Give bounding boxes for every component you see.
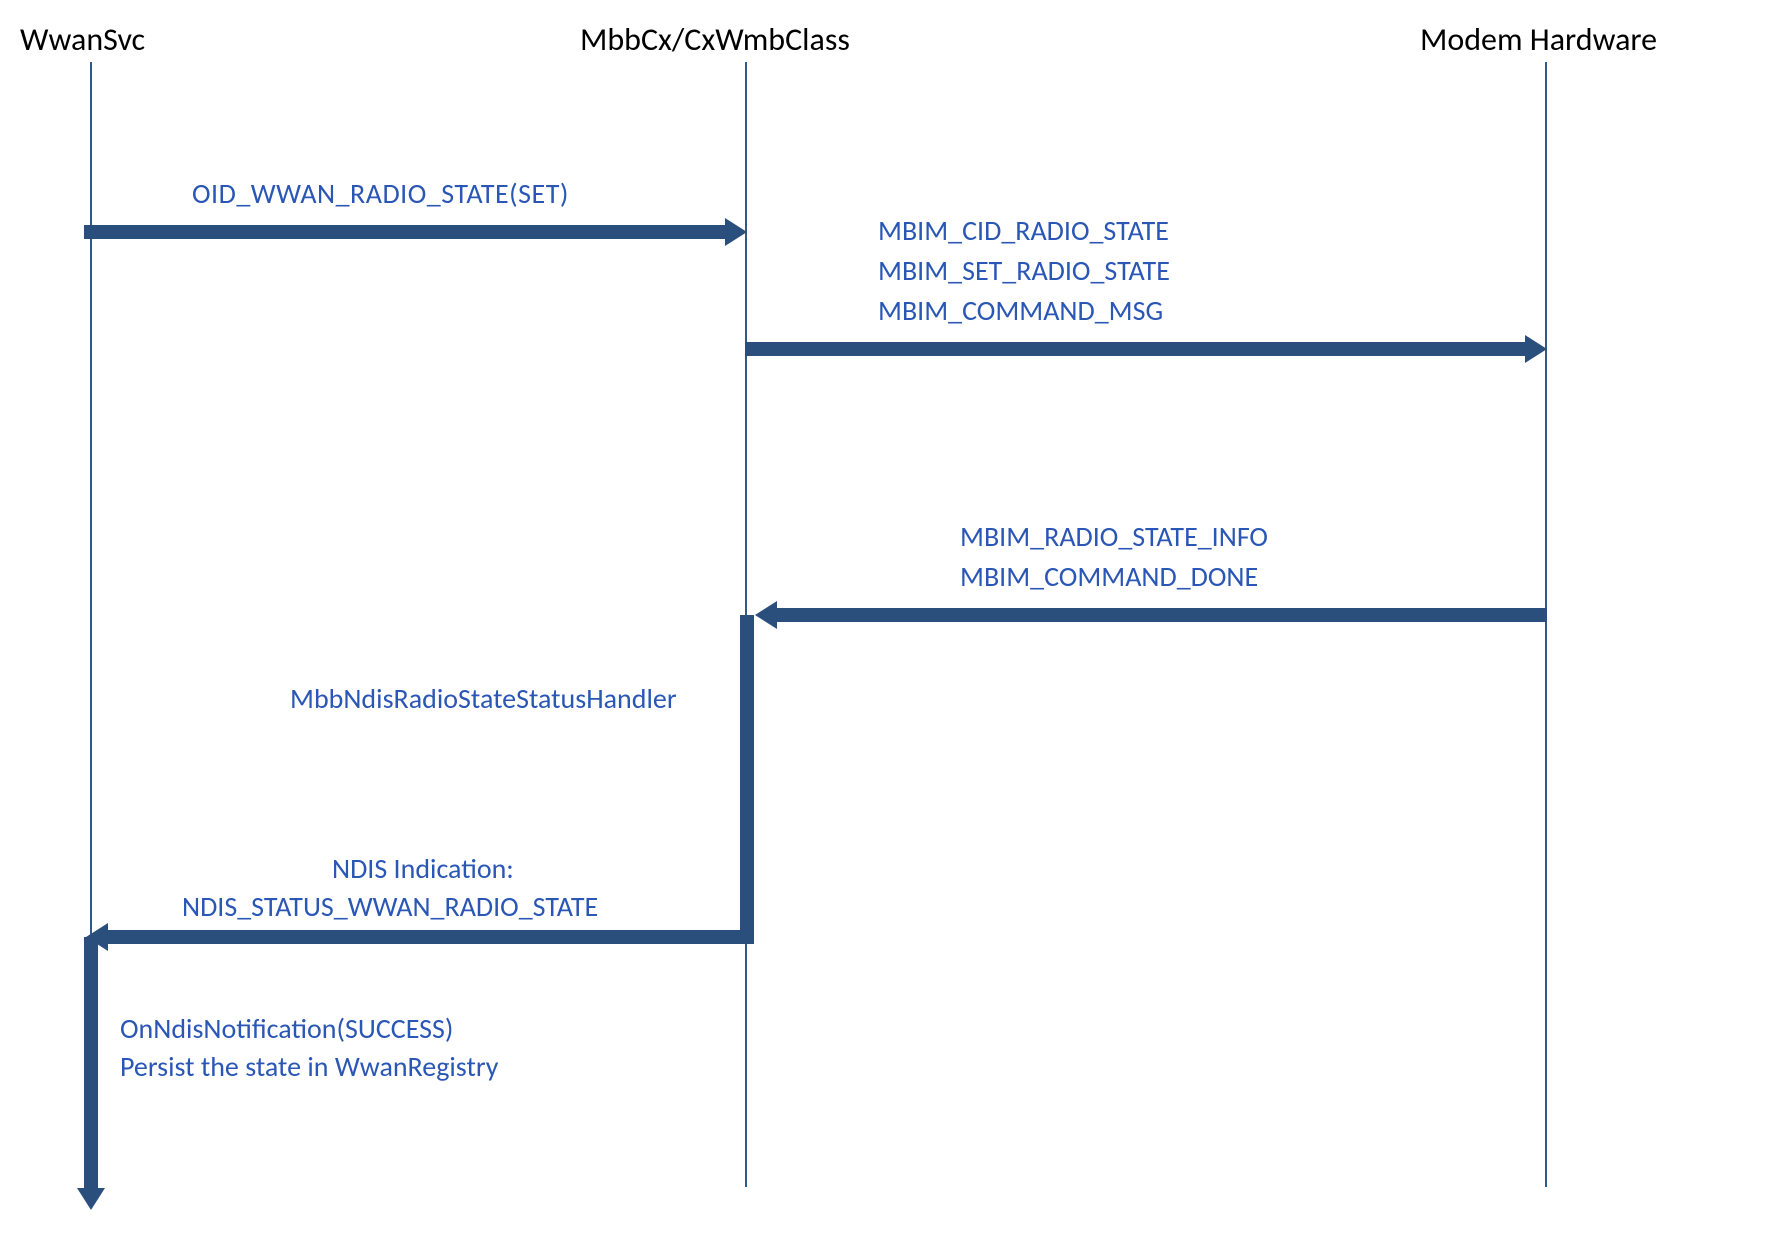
activation-mbbcx (740, 615, 754, 930)
label-mbim-cid: MBIM_CID_RADIO_STATE (878, 212, 1169, 250)
arrow-mbim-done (775, 608, 1547, 622)
activation-wwansvc (84, 937, 98, 1190)
label-handler: MbbNdisRadioStateStatusHandler (290, 680, 677, 718)
label-mbim-done: MBIM_COMMAND_DONE (960, 558, 1258, 596)
arrow-oid-set (84, 225, 729, 239)
participant-mbbcx: MbbCx/CxWmbClass (580, 20, 850, 59)
arrowhead-wwansvc-down (77, 1188, 105, 1210)
arrowhead-mbim-done (755, 601, 777, 629)
label-ndis-ind1: NDIS Indication: (332, 850, 514, 888)
label-persist: Persist the state in WwanRegistry (120, 1048, 498, 1086)
label-mbim-info: MBIM_RADIO_STATE_INFO (960, 518, 1268, 556)
label-mbim-set: MBIM_SET_RADIO_STATE (878, 252, 1170, 290)
participant-wwansvc: WwanSvc (20, 20, 145, 59)
label-oid-set: OID_WWAN_RADIO_STATE(SET) (192, 175, 569, 213)
label-onndis: OnNdisNotification(SUCCESS) (120, 1010, 453, 1048)
arrowhead-mbim-cmd (1525, 335, 1547, 363)
arrow-ndis-status (106, 930, 754, 944)
label-mbim-cmd: MBIM_COMMAND_MSG (878, 292, 1163, 330)
participant-modem: Modem Hardware (1420, 20, 1657, 59)
arrowhead-oid-set (725, 218, 747, 246)
label-ndis-ind2: NDIS_STATUS_WWAN_RADIO_STATE (182, 888, 598, 926)
arrow-mbim-cmd (745, 342, 1527, 356)
lifeline-modem (1545, 62, 1547, 1187)
